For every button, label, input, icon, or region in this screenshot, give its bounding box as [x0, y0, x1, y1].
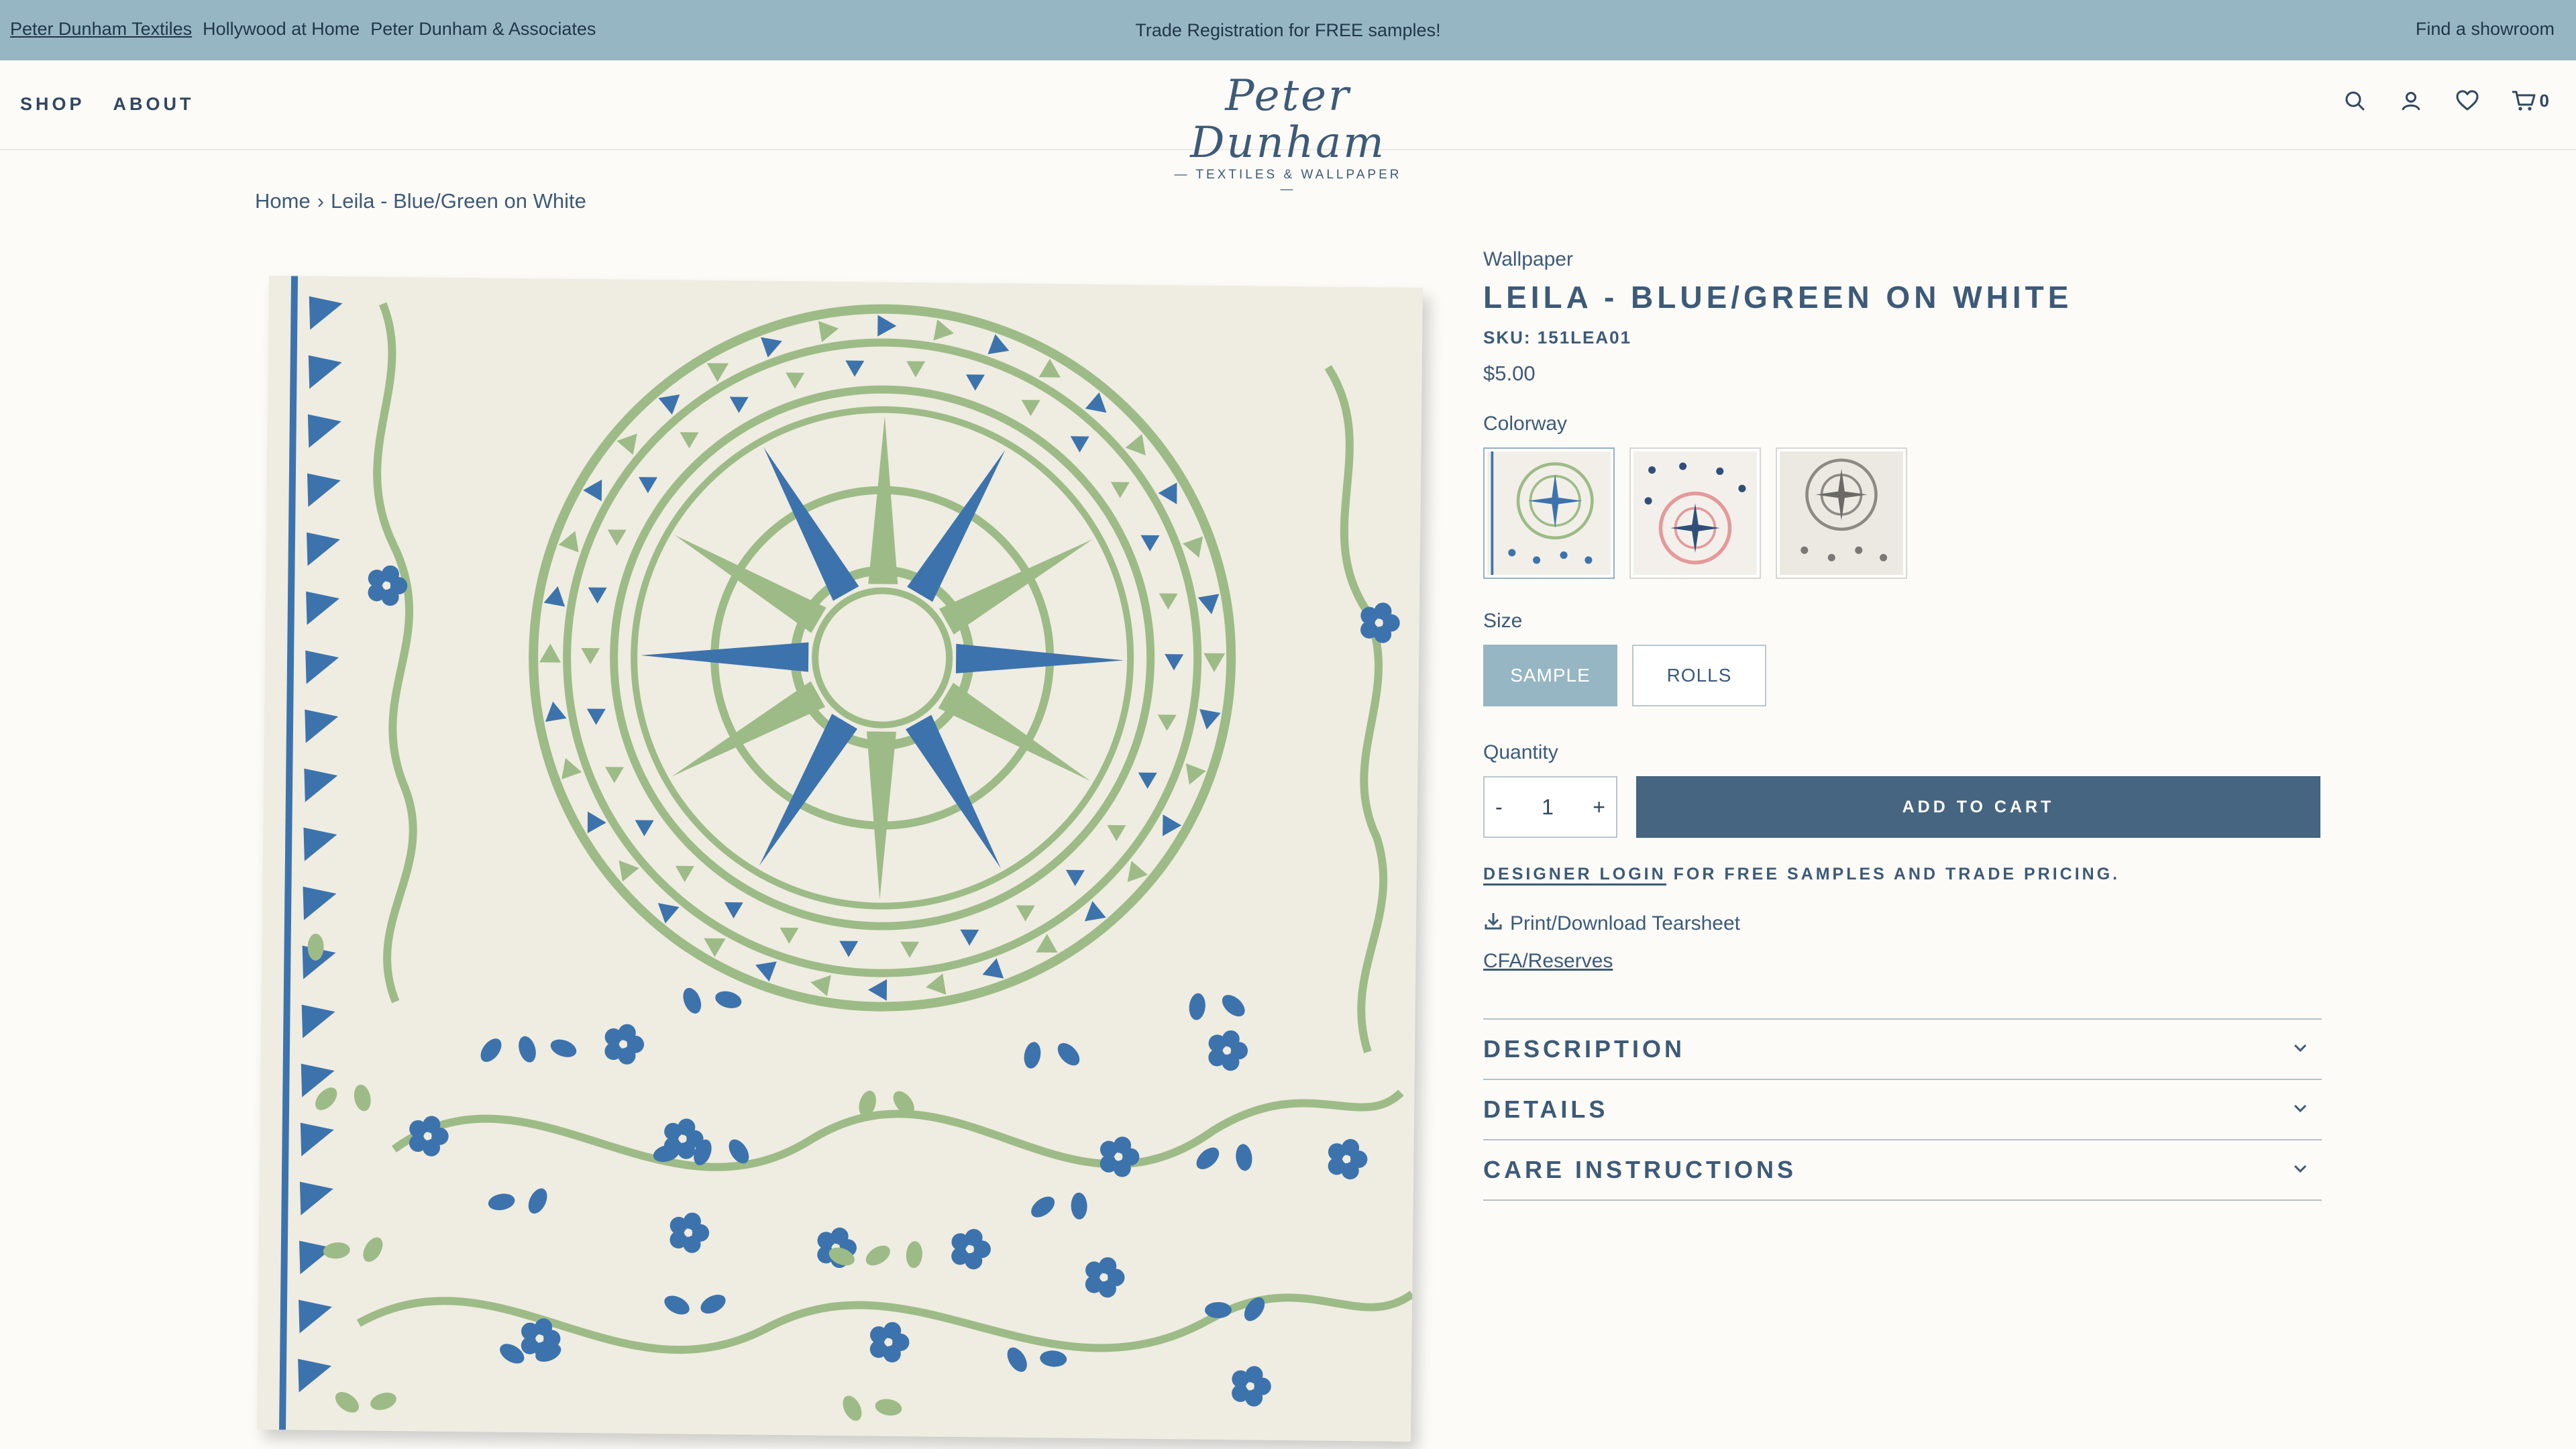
breadcrumb: Home › Leila - Blue/Green on White — [255, 189, 586, 213]
breadcrumb-separator: › — [317, 189, 325, 213]
product-price: $5.00 — [1483, 362, 1536, 385]
accordion-description-title: DESCRIPTION — [1483, 1035, 1686, 1063]
product-info: Wallpaper LEILA - BLUE/GREEN ON WHITE SK… — [1483, 248, 2322, 1201]
site-logo[interactable]: Peter Dunham — TEXTILES & WALLPAPER — — [1174, 72, 1402, 197]
breadcrumb-current: Leila - Blue/Green on White — [331, 189, 586, 213]
product-sku: SKU: 151LEA01 — [1483, 327, 1632, 347]
accordion-care-title: CARE INSTRUCTIONS — [1483, 1156, 1797, 1183]
logo-subtitle: — TEXTILES & WALLPAPER — — [1174, 168, 1402, 197]
cart-icon — [2512, 89, 2536, 113]
site-header: SHOP ABOUT Peter Dunham — TEXTILES & WAL… — [0, 60, 2576, 197]
colorway-swatches — [1483, 447, 2322, 579]
accordion-care-instructions[interactable]: CARE INSTRUCTIONS — [1483, 1140, 2322, 1201]
product-accordion: DESCRIPTION DETAILS CARE INSTRUCTIONS — [1483, 1018, 2322, 1201]
swatch-pink-blue[interactable] — [1629, 447, 1761, 579]
add-to-cart-button[interactable]: ADD TO CART — [1636, 776, 2320, 838]
chevron-down-icon — [2292, 1163, 2308, 1177]
size-label: Size — [1483, 610, 1523, 632]
quantity-decrease-button[interactable]: - — [1495, 795, 1503, 820]
size-rolls-button[interactable]: ROLLS — [1632, 645, 1766, 706]
cart-button[interactable]: 0 — [2512, 89, 2549, 113]
tearsheet-link[interactable]: Print/Download Tearsheet — [1483, 911, 2322, 936]
logo-wordmark: Peter Dunham — [1190, 71, 1386, 168]
swatch-grey[interactable] — [1776, 447, 1907, 579]
quantity-stepper: - 1 + — [1483, 776, 1617, 838]
product-image[interactable] — [257, 276, 1423, 1442]
accordion-details-title: DETAILS — [1483, 1095, 1609, 1123]
chevron-down-icon — [2292, 1103, 2308, 1117]
cfa-reserves-link[interactable]: CFA/Reserves — [1483, 950, 1613, 973]
announcement-bar: Peter Dunham Textiles Hollywood at Home … — [0, 0, 2576, 60]
purchase-row: - 1 + ADD TO CART — [1483, 776, 2322, 838]
announcement-text[interactable]: Trade Registration for FREE samples! — [0, 20, 2576, 41]
nav-shop[interactable]: SHOP — [20, 94, 85, 115]
accordion-details[interactable]: DETAILS — [1483, 1080, 2322, 1140]
main-nav: SHOP ABOUT — [20, 94, 195, 115]
designer-login-link[interactable]: DESIGNER LOGIN — [1483, 865, 1666, 885]
tearsheet-label: Print/Download Tearsheet — [1510, 912, 1740, 934]
nav-about[interactable]: ABOUT — [113, 94, 195, 115]
size-options: SAMPLE ROLLS — [1483, 645, 2322, 706]
designer-login-suffix: FOR FREE SAMPLES AND TRADE PRICING. — [1673, 865, 2121, 883]
quantity-increase-button[interactable]: + — [1593, 795, 1605, 820]
accordion-description[interactable]: DESCRIPTION — [1483, 1020, 2322, 1080]
designer-login-line: DESIGNER LOGIN FOR FREE SAMPLES AND TRAD… — [1483, 865, 2322, 885]
wishlist-heart-icon[interactable] — [2455, 89, 2479, 113]
find-showroom-link[interactable]: Find a showroom — [2416, 19, 2555, 40]
quantity-label: Quantity — [1483, 741, 1558, 763]
quantity-input[interactable]: 1 — [1542, 795, 1554, 820]
leila-pattern-illustration — [257, 276, 1423, 1442]
product-title: LEILA - BLUE/GREEN ON WHITE — [1483, 280, 2073, 315]
size-sample-button[interactable]: SAMPLE — [1483, 645, 1617, 706]
header-actions: 0 — [2343, 89, 2549, 113]
download-icon — [1483, 911, 1503, 936]
chevron-down-icon — [2292, 1042, 2308, 1057]
account-icon[interactable] — [2399, 89, 2423, 113]
breadcrumb-home[interactable]: Home — [255, 189, 311, 213]
cart-count: 0 — [2539, 90, 2549, 111]
colorway-label: Colorway — [1483, 413, 1568, 435]
search-icon[interactable] — [2343, 89, 2367, 113]
swatch-blue-green[interactable] — [1483, 447, 1615, 579]
product-vendor[interactable]: Wallpaper — [1483, 248, 2322, 271]
